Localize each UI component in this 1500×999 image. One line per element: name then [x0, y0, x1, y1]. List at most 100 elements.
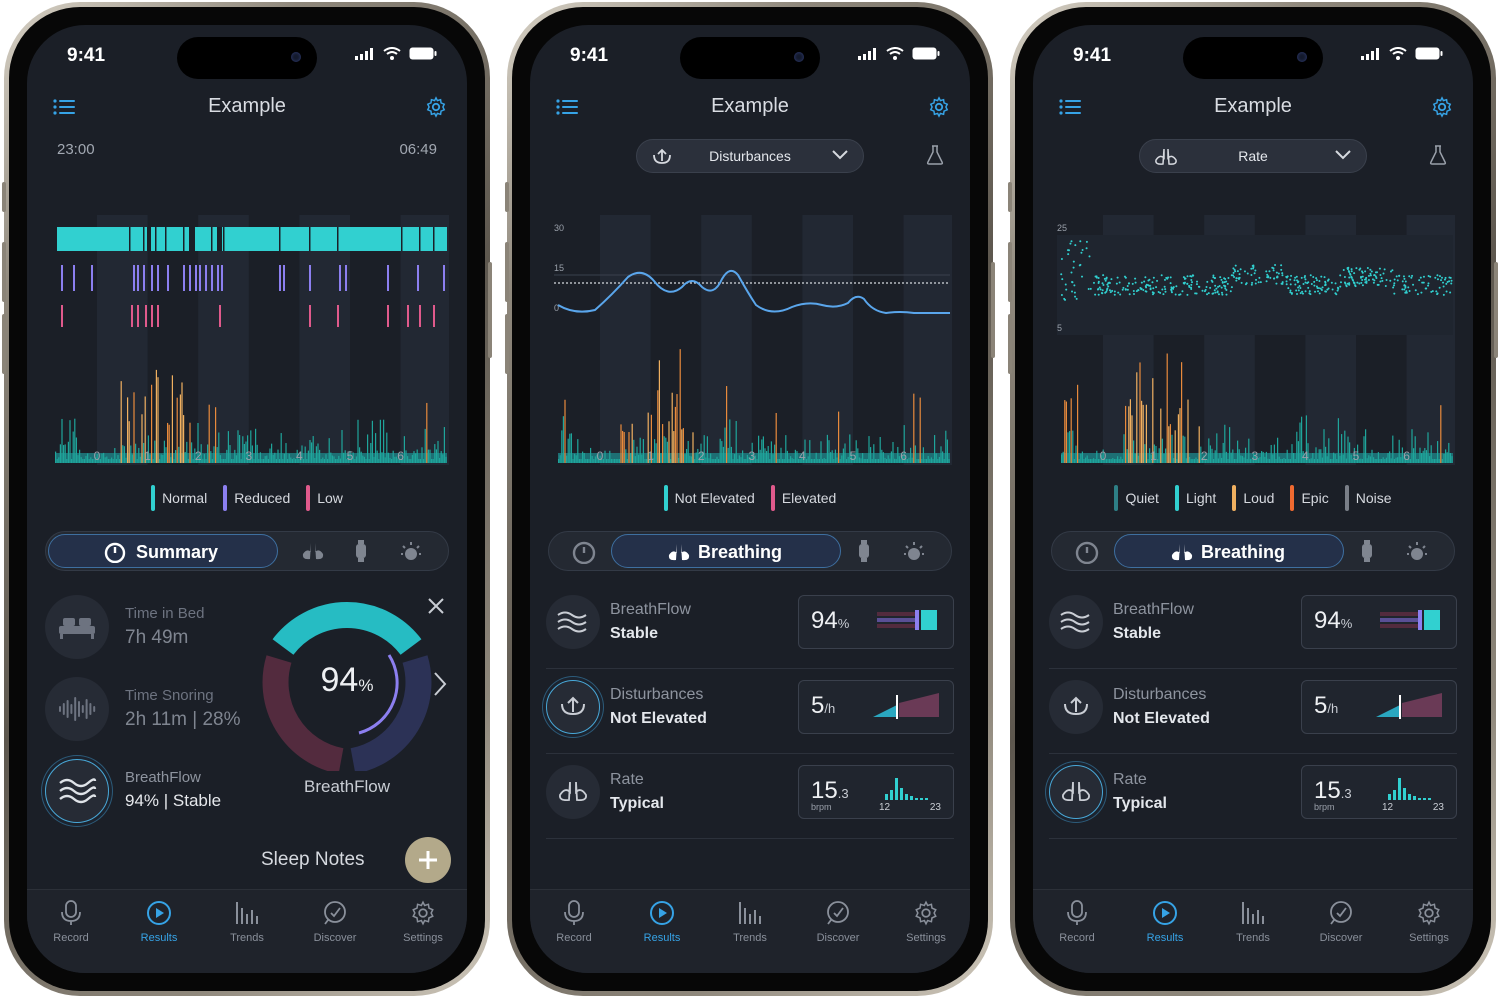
nav-discover[interactable]: Discover	[1301, 900, 1381, 973]
metric-dropdown[interactable]: Rate	[1139, 139, 1367, 173]
y-tick: 5	[1057, 323, 1062, 333]
rate-point	[1188, 286, 1191, 289]
rate-point	[1152, 287, 1155, 290]
tab-breathing[interactable]: Breathing	[1114, 534, 1344, 568]
rate-point	[1131, 282, 1134, 285]
nav-results[interactable]: Results	[622, 900, 702, 973]
rate-point	[1072, 266, 1075, 269]
nav-trends[interactable]: Trends	[710, 900, 790, 973]
breathing-row-rate[interactable]: Rate Typical 15.3 brpm 12 23	[1049, 755, 1457, 839]
rate-point	[1325, 290, 1328, 293]
metric-time-snoring[interactable]	[45, 677, 129, 741]
nav-settings[interactable]: Settings	[383, 900, 463, 973]
nav-record[interactable]: Record	[1037, 900, 1117, 973]
tab-summary[interactable]: Summary	[48, 534, 278, 568]
gauge-tab-icon[interactable]	[1074, 540, 1100, 564]
chevron-right-icon[interactable]	[433, 671, 447, 697]
nav-results[interactable]: Results	[1125, 900, 1205, 973]
rate-point	[1317, 287, 1320, 290]
rate-point	[1438, 275, 1441, 278]
flask-icon[interactable]	[1429, 145, 1447, 165]
metric-time-in-bed[interactable]	[45, 595, 129, 659]
rate-point	[1221, 281, 1224, 284]
rate-point	[1190, 281, 1193, 284]
legend-item: Loud	[1232, 485, 1274, 511]
nav-label: Record	[556, 932, 592, 944]
rate-point	[1110, 278, 1113, 281]
rate-point	[1358, 282, 1361, 285]
breathing-row-rate[interactable]: Rate Typical 15.3 brpm 12 23	[546, 755, 954, 839]
nav-label: Record	[53, 932, 89, 944]
breathing-row-disturbances[interactable]: Disturbances Not Elevated 5/h	[1049, 670, 1457, 754]
nav-settings[interactable]: Settings	[886, 900, 966, 973]
status-time: 9:41	[67, 45, 106, 66]
max-label: 23	[929, 802, 941, 813]
flask-icon[interactable]	[926, 145, 944, 165]
settings-gear-icon[interactable]	[1431, 96, 1453, 118]
nav-record[interactable]: Record	[534, 900, 614, 973]
rate-point	[1126, 288, 1129, 291]
nav-record[interactable]: Record	[31, 900, 111, 973]
rate-point	[1071, 280, 1074, 283]
rate-point	[1232, 267, 1235, 270]
tab-breathing[interactable]: Breathing	[611, 534, 841, 568]
band-gap	[211, 227, 213, 251]
rate-point	[1410, 276, 1413, 279]
settings-gear-icon[interactable]	[928, 96, 950, 118]
rate-point	[1367, 274, 1370, 277]
rate-point	[1408, 289, 1411, 292]
watch-tab-icon[interactable]	[857, 540, 871, 562]
rate-point	[1190, 287, 1193, 290]
band-gap	[401, 227, 403, 251]
nav-label: Settings	[906, 932, 946, 944]
nav-discover[interactable]: Discover	[798, 900, 878, 973]
band-gap	[419, 227, 421, 251]
metric-breathflow[interactable]	[45, 759, 129, 823]
app-title: Example	[711, 95, 789, 117]
breathflow-gauge[interactable]: 94%	[259, 595, 435, 774]
rate-point	[1393, 292, 1396, 295]
band-gap	[309, 227, 311, 251]
rate-point	[1206, 280, 1209, 283]
rate-point	[1224, 285, 1227, 288]
bars-icon	[1240, 900, 1266, 929]
nav-settings[interactable]: Settings	[1389, 900, 1469, 973]
rate-point	[1294, 283, 1297, 286]
rate-point	[1274, 264, 1277, 267]
rate-point	[1349, 273, 1352, 276]
hour-tick: 1	[647, 449, 654, 463]
metric-dropdown[interactable]: Disturbances	[636, 139, 864, 173]
row-value: 94%	[1314, 607, 1353, 634]
settings-gear-icon[interactable]	[425, 96, 447, 118]
play-circle-icon	[649, 900, 675, 929]
sun-tab-icon[interactable]	[1404, 540, 1430, 564]
signal-icon	[858, 47, 876, 60]
gauge-tab-icon[interactable]	[571, 540, 597, 564]
rate-point	[1344, 282, 1347, 285]
watch-tab-icon[interactable]	[1360, 540, 1374, 562]
rate-point	[1442, 281, 1445, 284]
watch-tab-icon[interactable]	[354, 540, 368, 562]
nav-trends[interactable]: Trends	[1213, 900, 1293, 973]
sun-tab-icon[interactable]	[901, 540, 927, 564]
rate-point	[1412, 283, 1415, 286]
sun-tab-icon[interactable]	[398, 540, 424, 564]
add-note-button[interactable]	[405, 837, 451, 883]
rate-point	[1383, 268, 1386, 271]
close-icon[interactable]	[427, 597, 445, 615]
breathing-row-breathflow[interactable]: BreathFlow Stable 94%	[546, 585, 954, 669]
rate-point	[1074, 295, 1077, 298]
breathing-row-disturbances[interactable]: Disturbances Not Elevated 5/h	[546, 670, 954, 754]
rate-point	[1220, 278, 1223, 281]
hour-tick: 6	[900, 449, 907, 463]
breathing-row-breathflow[interactable]: BreathFlow Stable 94%	[1049, 585, 1457, 669]
nav-trends[interactable]: Trends	[207, 900, 287, 973]
nav-results[interactable]: Results	[119, 900, 199, 973]
rate-point	[1353, 272, 1356, 275]
start-time: 23:00	[57, 141, 95, 158]
rate-point	[1147, 284, 1150, 287]
nav-discover[interactable]: Discover	[295, 900, 375, 973]
rate-point	[1196, 280, 1199, 283]
lungs-tab-icon[interactable]	[300, 540, 326, 562]
time-in-bed-value: 7h 49m	[125, 627, 189, 648]
